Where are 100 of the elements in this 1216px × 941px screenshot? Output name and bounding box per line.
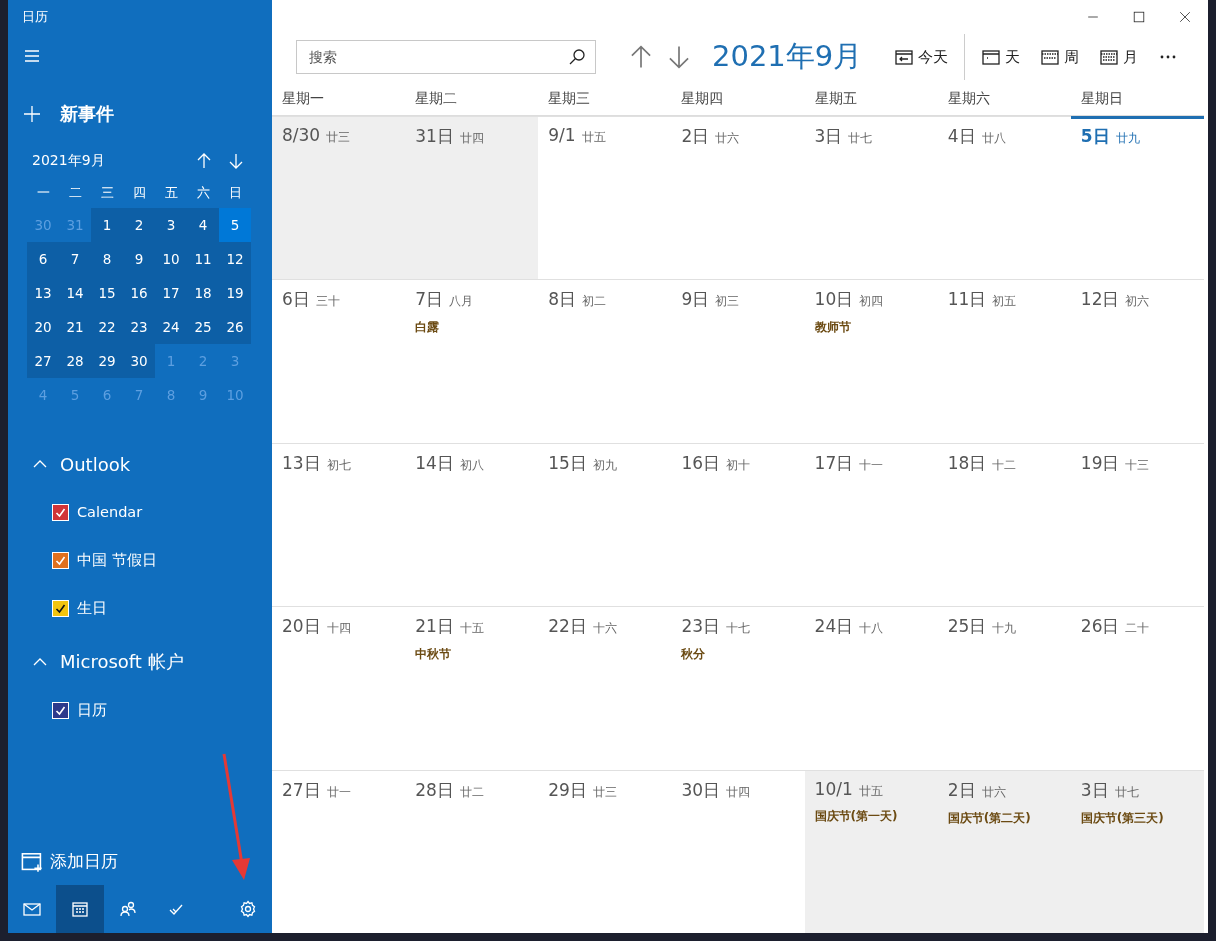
day-view-button[interactable]: 天 xyxy=(971,39,1031,75)
mini-calendar-day[interactable]: 13 xyxy=(27,276,59,310)
day-date: 14日 xyxy=(415,451,454,475)
day-cell[interactable]: 8/30 廿三 xyxy=(272,116,406,280)
day-cell[interactable]: 10/1 廿五 国庆节(第一天) xyxy=(804,769,938,933)
account-group-header[interactable]: Microsoft 帐户 xyxy=(8,638,272,686)
lunar-date: 十二 xyxy=(992,456,1017,474)
holiday-event[interactable]: 教师节 xyxy=(814,319,928,337)
day-date: 20日 xyxy=(282,615,321,639)
day-date: 4日 xyxy=(947,125,976,148)
holiday-event[interactable]: 国庆节(第一天) xyxy=(814,807,928,825)
mini-calendar-day[interactable]: 9 xyxy=(123,242,155,276)
add-calendar-button[interactable]: 添加日历 xyxy=(8,843,272,879)
holiday-event[interactable]: 白露 xyxy=(415,319,529,337)
holiday-event[interactable]: 国庆节(第三天) xyxy=(1080,809,1194,827)
mini-calendar-day[interactable]: 8 xyxy=(91,242,123,276)
lunar-date: 十七 xyxy=(726,620,751,638)
checkbox[interactable] xyxy=(52,599,69,617)
mini-calendar-day[interactable]: 18 xyxy=(187,276,219,310)
mini-calendar-day[interactable]: 7 xyxy=(59,242,91,276)
lunar-date: 十六 xyxy=(592,620,617,638)
holiday-event[interactable]: 国庆节(第二天) xyxy=(947,809,1061,827)
mini-calendar-day[interactable]: 6 xyxy=(27,242,59,276)
day-date: 8/30 xyxy=(282,125,321,145)
weekday-label: 四 xyxy=(131,184,147,202)
mini-calendar-day[interactable]: 14 xyxy=(59,276,91,310)
day-date: 6日 xyxy=(282,288,310,312)
mini-calendar-day[interactable]: 27 xyxy=(27,344,59,378)
lunar-date: 初四 xyxy=(859,293,884,311)
mini-calendar-day[interactable]: 21 xyxy=(59,310,91,344)
day-date: 9/1 xyxy=(548,125,576,145)
new-event-button[interactable]: 新事件 xyxy=(8,94,272,134)
mini-calendar-day[interactable]: 26 xyxy=(219,310,251,344)
day-date: 12日 xyxy=(1080,288,1120,312)
mini-calendar-day[interactable]: 23 xyxy=(123,310,155,344)
check-icon xyxy=(55,704,66,716)
mini-calendar-day[interactable]: 25 xyxy=(187,310,219,344)
lunar-date: 初七 xyxy=(326,456,351,474)
account-group-header[interactable]: Outlook xyxy=(8,440,272,488)
day-cell[interactable]: 3日 廿七 国庆节(第三天) xyxy=(1070,769,1204,933)
day-date: 28日 xyxy=(415,778,454,802)
mini-calendar-day[interactable]: 2 xyxy=(123,208,155,242)
lunar-date: 廿一 xyxy=(326,783,351,801)
day-date: 26日 xyxy=(1080,615,1120,639)
weekday-label: 五 xyxy=(163,184,179,202)
checkbox[interactable] xyxy=(52,503,69,521)
weekday-label: 一 xyxy=(35,184,51,202)
lunar-date: 廿九 xyxy=(1115,130,1140,147)
mini-calendar-day[interactable]: 15 xyxy=(91,276,123,310)
lunar-date: 廿五 xyxy=(581,129,606,146)
mini-calendar-day[interactable]: 16 xyxy=(123,276,155,310)
holiday-event[interactable]: 中秋节 xyxy=(415,646,529,664)
mini-calendar-day[interactable]: 19 xyxy=(219,276,251,310)
day-date: 3日 xyxy=(814,125,843,148)
mini-calendar-day[interactable]: 12 xyxy=(219,242,251,276)
calendar-name: 日历 xyxy=(77,700,107,720)
mini-calendar-day[interactable]: 5 xyxy=(219,208,251,242)
settings-icon xyxy=(238,899,258,919)
month-title: 2021年9月 xyxy=(712,38,863,75)
holiday-event[interactable]: 秋分 xyxy=(681,646,795,664)
mini-calendar-day[interactable]: 20 xyxy=(27,310,59,344)
calendar-icon xyxy=(981,47,1002,67)
mini-calendar-day[interactable]: 10 xyxy=(155,242,187,276)
mini-calendar-day[interactable]: 4 xyxy=(187,208,219,242)
day-date: 13日 xyxy=(282,451,321,475)
weekday-header: 星期日 xyxy=(1079,89,1124,108)
today-view-button[interactable]: 今天 xyxy=(884,39,959,75)
day-date: 21日 xyxy=(415,615,454,639)
check-icon xyxy=(55,506,66,518)
mini-calendar-day[interactable]: 30 xyxy=(123,344,155,378)
mini-calendar-day[interactable]: 28 xyxy=(59,344,91,378)
month-view-button[interactable]: 月 xyxy=(1089,39,1149,75)
lunar-date: 初十 xyxy=(726,456,751,474)
mini-calendar-day[interactable]: 29 xyxy=(91,344,123,378)
day-date: 24日 xyxy=(814,615,854,639)
check-icon xyxy=(55,554,66,566)
day-cell[interactable]: 2日 廿六 国庆节(第二天) xyxy=(937,769,1071,933)
mini-calendar-day[interactable]: 22 xyxy=(91,310,123,344)
lunar-date: 十三 xyxy=(1125,456,1150,474)
day-date: 10日 xyxy=(814,288,854,312)
mini-calendar-day[interactable]: 24 xyxy=(155,310,187,344)
checkbox[interactable] xyxy=(52,701,69,719)
search-field[interactable]: 搜索 xyxy=(296,40,596,74)
week-view-button[interactable]: 周 xyxy=(1030,39,1090,75)
day-cell[interactable]: 31日 廿四 xyxy=(405,116,539,280)
weekday-header: 星期六 xyxy=(946,89,991,108)
mini-calendar-day[interactable]: 3 xyxy=(155,208,187,242)
calendar-name: 生日 xyxy=(77,598,107,618)
mini-calendar-day[interactable]: 11 xyxy=(187,242,219,276)
checkbox[interactable] xyxy=(52,551,69,569)
calendar-name: Calendar xyxy=(77,504,143,520)
mini-calendar-day[interactable]: 1 xyxy=(91,208,123,242)
lunar-date: 廿七 xyxy=(1114,783,1139,801)
day-date: 7日 xyxy=(415,288,443,312)
weekday-header: 星期三 xyxy=(547,89,592,108)
lunar-date: 二十 xyxy=(1125,620,1150,638)
day-date: 2日 xyxy=(681,125,710,148)
calendar-nav-button[interactable] xyxy=(56,885,104,933)
lunar-date: 初八 xyxy=(459,456,484,474)
mini-calendar-day[interactable]: 17 xyxy=(155,276,187,310)
